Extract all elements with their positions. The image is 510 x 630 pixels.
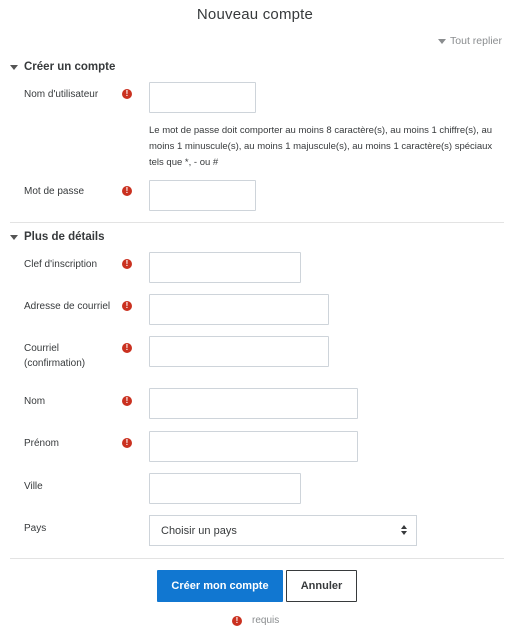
caret-down-icon — [10, 64, 18, 70]
required-legend-label: requis — [252, 615, 280, 626]
password-input[interactable] — [150, 181, 255, 210]
section-header-more-details[interactable]: Plus de détails — [10, 231, 105, 243]
required-icon: ! — [122, 186, 132, 196]
city-label: Ville — [24, 481, 43, 492]
email-confirm-input[interactable] — [150, 337, 328, 366]
required-icon: ! — [122, 343, 132, 353]
firstname-field[interactable] — [149, 431, 358, 462]
lastname-field[interactable] — [149, 388, 358, 419]
firstname-label: Prénom — [24, 438, 60, 449]
country-select-value: Choisir un pays — [161, 524, 237, 537]
required-icon: ! — [122, 301, 132, 311]
section-divider — [10, 222, 504, 223]
enrolment-key-field[interactable] — [149, 252, 301, 283]
firstname-input[interactable] — [150, 432, 357, 461]
caret-down-icon — [10, 234, 18, 240]
collapse-all-link[interactable]: Tout replier — [438, 35, 502, 47]
required-icon: ! — [122, 438, 132, 448]
email-confirm-field[interactable] — [149, 336, 329, 367]
enrolment-key-label: Clef d'inscription — [24, 259, 98, 270]
enrolment-key-input[interactable] — [150, 253, 300, 282]
username-field[interactable] — [149, 82, 256, 113]
required-icon: ! — [232, 615, 242, 626]
create-account-button[interactable]: Créer mon compte — [157, 570, 283, 602]
password-policy-text: Le mot de passe doit comporter au moins … — [149, 125, 493, 168]
page-title: Nouveau compte — [196, 6, 314, 23]
required-icon: ! — [122, 89, 132, 99]
collapse-all-label: Tout replier — [450, 35, 502, 47]
section-title: Plus de détails — [24, 231, 105, 243]
caret-down-icon — [438, 38, 447, 44]
section-header-create-account[interactable]: Créer un compte — [10, 61, 115, 73]
lastname-label: Nom — [24, 396, 46, 407]
required-icon: ! — [122, 259, 132, 269]
username-label: Nom d'utilisateur — [24, 89, 99, 100]
country-label: Pays — [24, 523, 47, 534]
email-label: Adresse de courriel — [24, 301, 111, 312]
select-arrows-icon — [401, 525, 407, 535]
city-field[interactable] — [149, 473, 301, 504]
cancel-button[interactable]: Annuler — [286, 570, 357, 602]
email-confirm-label: Courriel (confirmation) — [24, 343, 86, 369]
lastname-input[interactable] — [150, 389, 357, 418]
country-select[interactable]: Choisir un pays — [149, 515, 417, 546]
required-icon: ! — [122, 396, 132, 406]
password-label: Mot de passe — [24, 186, 85, 197]
form-divider — [10, 558, 504, 559]
password-field[interactable] — [149, 180, 256, 211]
email-field[interactable] — [149, 294, 329, 325]
section-title: Créer un compte — [24, 61, 116, 73]
city-input[interactable] — [150, 474, 300, 503]
required-legend: ! requis — [232, 615, 279, 626]
username-input[interactable] — [150, 83, 255, 112]
email-input[interactable] — [150, 295, 328, 324]
